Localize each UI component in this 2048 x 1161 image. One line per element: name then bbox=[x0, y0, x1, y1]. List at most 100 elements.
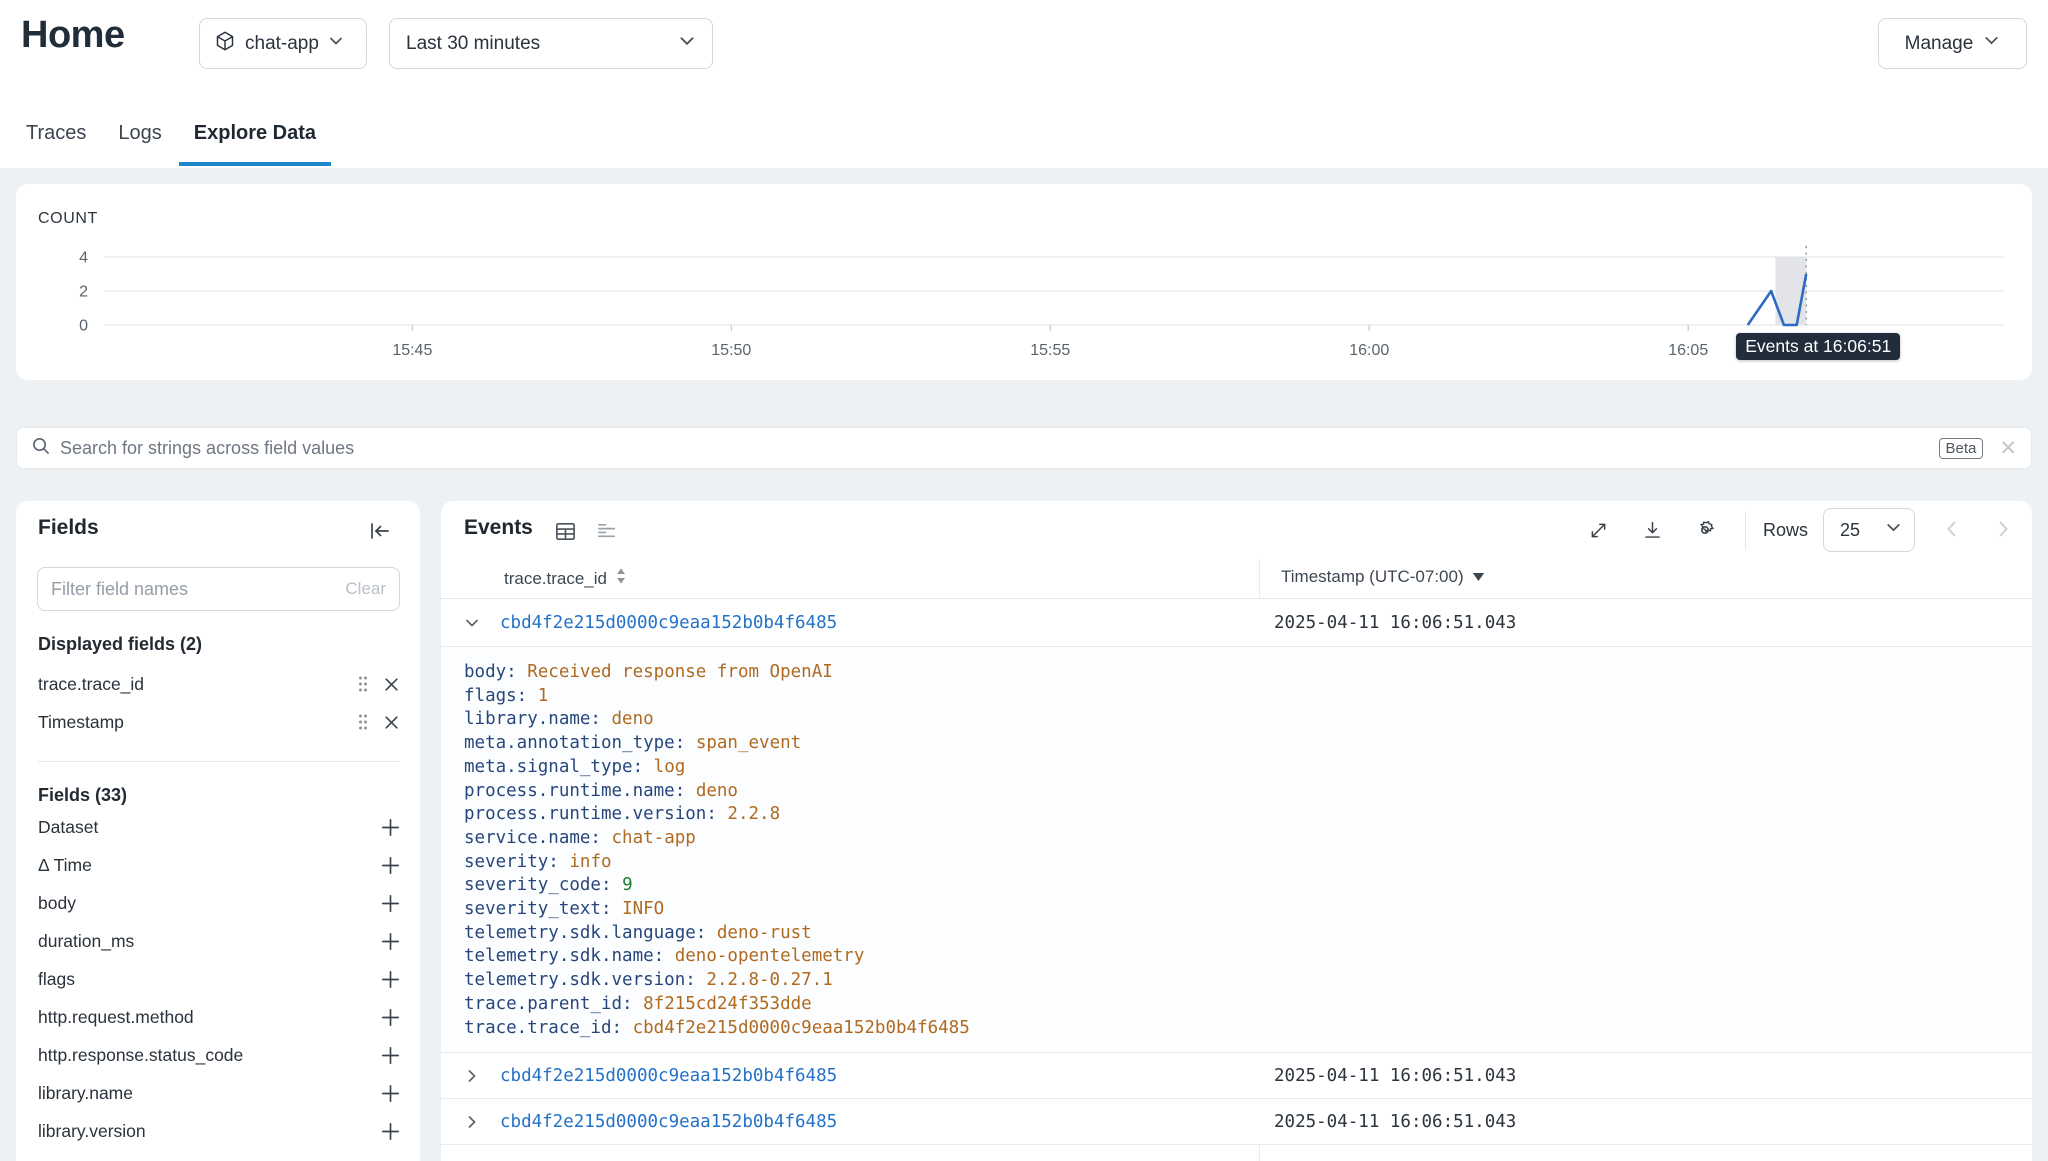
timestamp-cell: 2025-04-11 16:06:51.043 bbox=[1274, 1066, 1516, 1086]
add-field-icon[interactable] bbox=[381, 1046, 400, 1065]
next-page-icon[interactable] bbox=[1993, 519, 2013, 544]
events-panel-title: Events bbox=[464, 516, 533, 540]
field-name: http.response.status_code bbox=[38, 1045, 381, 1066]
field-row: http.request.method bbox=[16, 998, 420, 1036]
svg-text:16:00: 16:00 bbox=[1349, 342, 1389, 359]
rows-per-page-select[interactable]: 25 bbox=[1823, 508, 1915, 552]
field-filter-input[interactable] bbox=[51, 579, 345, 600]
count-chart-card: COUNT 02415:4515:5015:5516:0016:05 Event… bbox=[16, 184, 2032, 380]
attribute-value: log bbox=[654, 757, 686, 777]
rows-per-page-value: 25 bbox=[1840, 520, 1885, 541]
table-row[interactable]: cbd4f2e215d0000c9eaa152b0b4f6485 2025-04… bbox=[441, 1099, 2032, 1145]
chevron-down-icon[interactable] bbox=[464, 615, 480, 636]
event-attribute: flags: 1 bbox=[464, 685, 2032, 709]
event-attribute: meta.annotation_type: span_event bbox=[464, 732, 2032, 756]
event-attribute: process.runtime.name: deno bbox=[464, 780, 2032, 804]
add-field-icon[interactable] bbox=[381, 818, 400, 837]
event-attribute: body: Received response from OpenAI bbox=[464, 661, 2032, 685]
download-icon[interactable] bbox=[1642, 520, 1663, 541]
beta-badge: Beta bbox=[1939, 438, 1984, 459]
time-range-value: Last 30 minutes bbox=[406, 33, 678, 55]
field-name: trace.trace_id bbox=[38, 674, 357, 695]
field-name: body bbox=[38, 893, 381, 914]
field-name: duration_ms bbox=[38, 931, 381, 952]
close-icon[interactable]: ✕ bbox=[1999, 438, 2017, 459]
add-field-icon[interactable] bbox=[381, 970, 400, 989]
chevron-right-icon[interactable] bbox=[464, 1114, 480, 1135]
attribute-key: body: bbox=[464, 662, 517, 682]
attribute-key: meta.annotation_type: bbox=[464, 733, 685, 753]
attribute-value: INFO bbox=[622, 899, 664, 919]
collapse-sidebar-icon[interactable] bbox=[368, 519, 392, 548]
attribute-value: 2.2.8 bbox=[727, 804, 780, 824]
attribute-key: trace.parent_id: bbox=[464, 994, 633, 1014]
all-fields-header: Fields (33) bbox=[38, 785, 127, 806]
tab-logs[interactable]: Logs bbox=[103, 104, 176, 166]
event-attribute: meta.signal_type: log bbox=[464, 756, 2032, 780]
filter-clear-button[interactable]: Clear bbox=[345, 579, 386, 599]
attribute-value: info bbox=[569, 852, 611, 872]
drag-handle-icon[interactable] bbox=[357, 713, 369, 731]
count-chart[interactable]: 02415:4515:5015:5516:0016:05 bbox=[16, 184, 2032, 380]
fields-panel: Fields Clear Displayed fields (2) trace.… bbox=[16, 501, 420, 1161]
add-field-icon[interactable] bbox=[381, 1122, 400, 1141]
column-header-timestamp[interactable]: Timestamp (UTC-07:00) bbox=[1281, 567, 1485, 587]
attribute-value: chat-app bbox=[612, 828, 696, 848]
add-field-icon[interactable] bbox=[381, 1008, 400, 1027]
field-row: library.version bbox=[16, 1112, 420, 1150]
attribute-key: library.name: bbox=[464, 709, 601, 729]
attribute-value: deno bbox=[696, 781, 738, 801]
chevron-right-icon[interactable] bbox=[464, 1068, 480, 1089]
events-panel: Events Rows bbox=[441, 501, 2032, 1161]
table-view-icon[interactable] bbox=[554, 520, 577, 548]
add-field-icon[interactable] bbox=[381, 1084, 400, 1103]
prev-page-icon[interactable] bbox=[1942, 519, 1962, 544]
field-row: Dataset bbox=[16, 808, 420, 846]
tab-explore-data[interactable]: Explore Data bbox=[179, 104, 331, 166]
event-detail: body: Received response from OpenAIflags… bbox=[441, 647, 2032, 1053]
search-icon bbox=[31, 436, 50, 460]
event-attribute: trace.parent_id: 8f215cd24f353dde bbox=[464, 993, 2032, 1017]
field-row: flags bbox=[16, 960, 420, 998]
attribute-value: 8f215cd24f353dde bbox=[643, 994, 812, 1014]
trace-id-link[interactable]: cbd4f2e215d0000c9eaa152b0b4f6485 bbox=[500, 1066, 837, 1086]
add-field-icon[interactable] bbox=[381, 856, 400, 875]
trace-id-link[interactable]: cbd4f2e215d0000c9eaa152b0b4f6485 bbox=[500, 1112, 837, 1132]
remove-field-icon[interactable] bbox=[383, 676, 400, 693]
manage-button[interactable]: Manage bbox=[1878, 18, 2027, 69]
attribute-value: 9 bbox=[622, 875, 633, 895]
attribute-key: trace.trace_id: bbox=[464, 1018, 622, 1038]
column-header-trace-id[interactable]: trace.trace_id bbox=[504, 567, 627, 590]
remove-field-icon[interactable] bbox=[383, 714, 400, 731]
cube-icon bbox=[214, 30, 236, 58]
field-name: Dataset bbox=[38, 817, 381, 838]
timestamp-cell: 2025-04-11 16:06:51.043 bbox=[1274, 1112, 1516, 1132]
chevron-down-icon bbox=[678, 32, 696, 56]
field-name: Timestamp bbox=[38, 712, 357, 733]
search-input[interactable] bbox=[60, 438, 1939, 459]
table-row[interactable]: cbd4f2e215d0000c9eaa152b0b4f6485 2025-04… bbox=[441, 1053, 2032, 1099]
attribute-key: severity_code: bbox=[464, 875, 612, 895]
add-field-icon[interactable] bbox=[381, 894, 400, 913]
divider bbox=[1745, 511, 1746, 549]
fields-panel-title: Fields bbox=[38, 516, 99, 540]
svg-text:15:50: 15:50 bbox=[711, 342, 751, 359]
gear-icon[interactable] bbox=[1693, 518, 1717, 542]
event-attribute: severity_code: 9 bbox=[464, 874, 2032, 898]
tab-traces[interactable]: Traces bbox=[11, 104, 101, 166]
page-title: Home bbox=[21, 14, 125, 57]
event-attribute: severity_text: INFO bbox=[464, 898, 2032, 922]
drag-handle-icon[interactable] bbox=[357, 675, 369, 693]
expand-icon[interactable] bbox=[1588, 520, 1609, 541]
list-view-icon[interactable] bbox=[595, 520, 618, 548]
event-attribute: process.runtime.version: 2.2.8 bbox=[464, 803, 2032, 827]
attribute-key: meta.signal_type: bbox=[464, 757, 643, 777]
dataset-dropdown[interactable]: chat-app bbox=[199, 18, 367, 69]
trace-id-link[interactable]: cbd4f2e215d0000c9eaa152b0b4f6485 bbox=[500, 613, 837, 633]
time-range-dropdown[interactable]: Last 30 minutes bbox=[389, 18, 713, 69]
displayed-fields-header: Displayed fields (2) bbox=[38, 634, 202, 655]
attribute-key: severity: bbox=[464, 852, 559, 872]
table-row[interactable]: cbd4f2e215d0000c9eaa152b0b4f6485 2025-04… bbox=[441, 599, 2032, 647]
add-field-icon[interactable] bbox=[381, 932, 400, 951]
field-name: http.request.method bbox=[38, 1007, 381, 1028]
